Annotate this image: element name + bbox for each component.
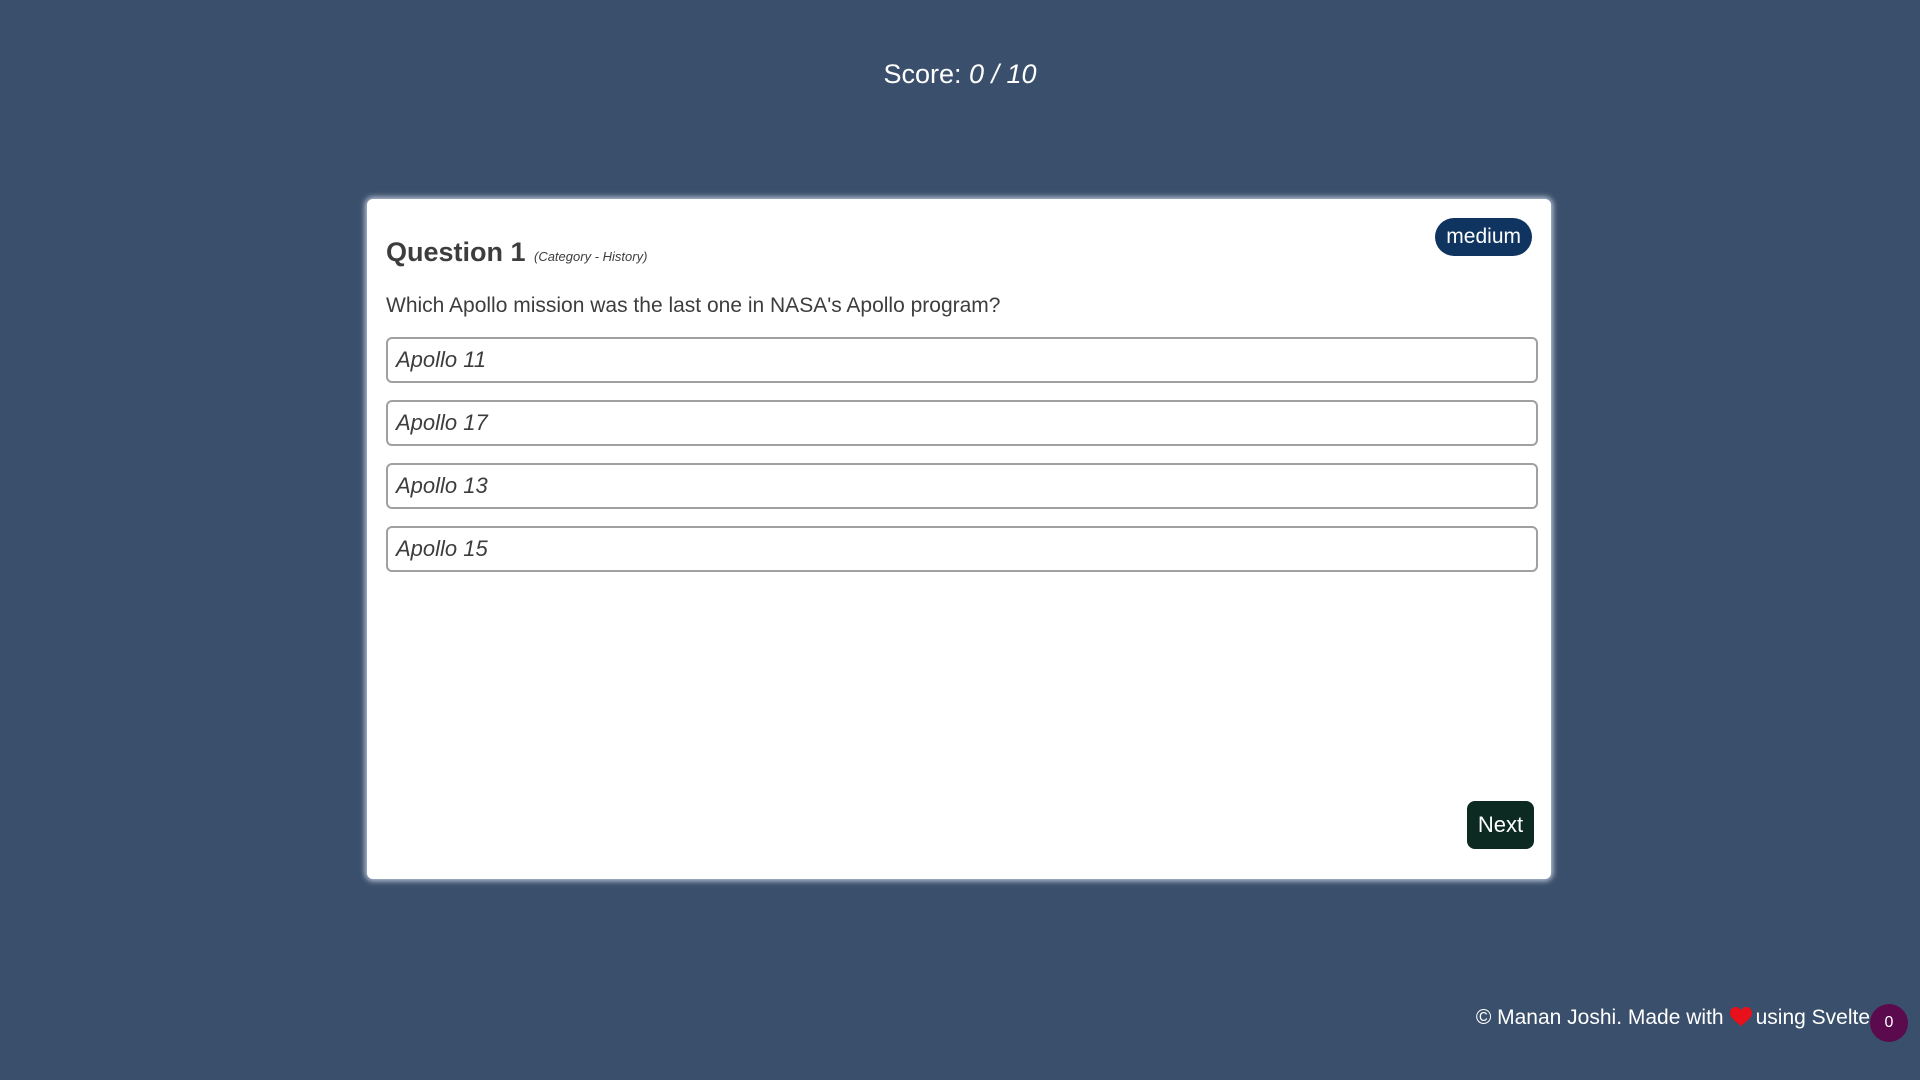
footer: © Manan Joshi. Made with using Svelte xyxy=(1476,1006,1870,1030)
answer-option[interactable]: Apollo 17 xyxy=(386,400,1538,446)
score-label: Score: xyxy=(883,59,969,89)
question-text: Which Apollo mission was the last one in… xyxy=(386,294,1001,317)
score-display: Score: 0 / 10 xyxy=(0,56,1920,92)
heart-icon xyxy=(1729,1007,1752,1027)
answer-option[interactable]: Apollo 13 xyxy=(386,463,1538,509)
answer-list: Apollo 11 Apollo 17 Apollo 13 Apollo 15 xyxy=(386,337,1538,589)
question-title: Question 1 xyxy=(386,237,526,267)
question-header: Question 1 (Category - History) xyxy=(386,237,647,268)
footer-tech: using Svelte xyxy=(1755,1006,1870,1029)
footer-credit: © Manan Joshi. Made with xyxy=(1475,1006,1724,1029)
counter-badge: 0 xyxy=(1870,1004,1908,1042)
score-value: 0 / 10 xyxy=(968,59,1037,89)
answer-option[interactable]: Apollo 11 xyxy=(386,337,1538,383)
difficulty-badge: medium xyxy=(1435,218,1532,256)
question-card: medium Question 1 (Category - History) W… xyxy=(367,199,1551,879)
answer-option[interactable]: Apollo 15 xyxy=(386,526,1538,572)
question-category: (Category - History) xyxy=(533,249,648,264)
next-button[interactable]: Next xyxy=(1467,801,1534,849)
